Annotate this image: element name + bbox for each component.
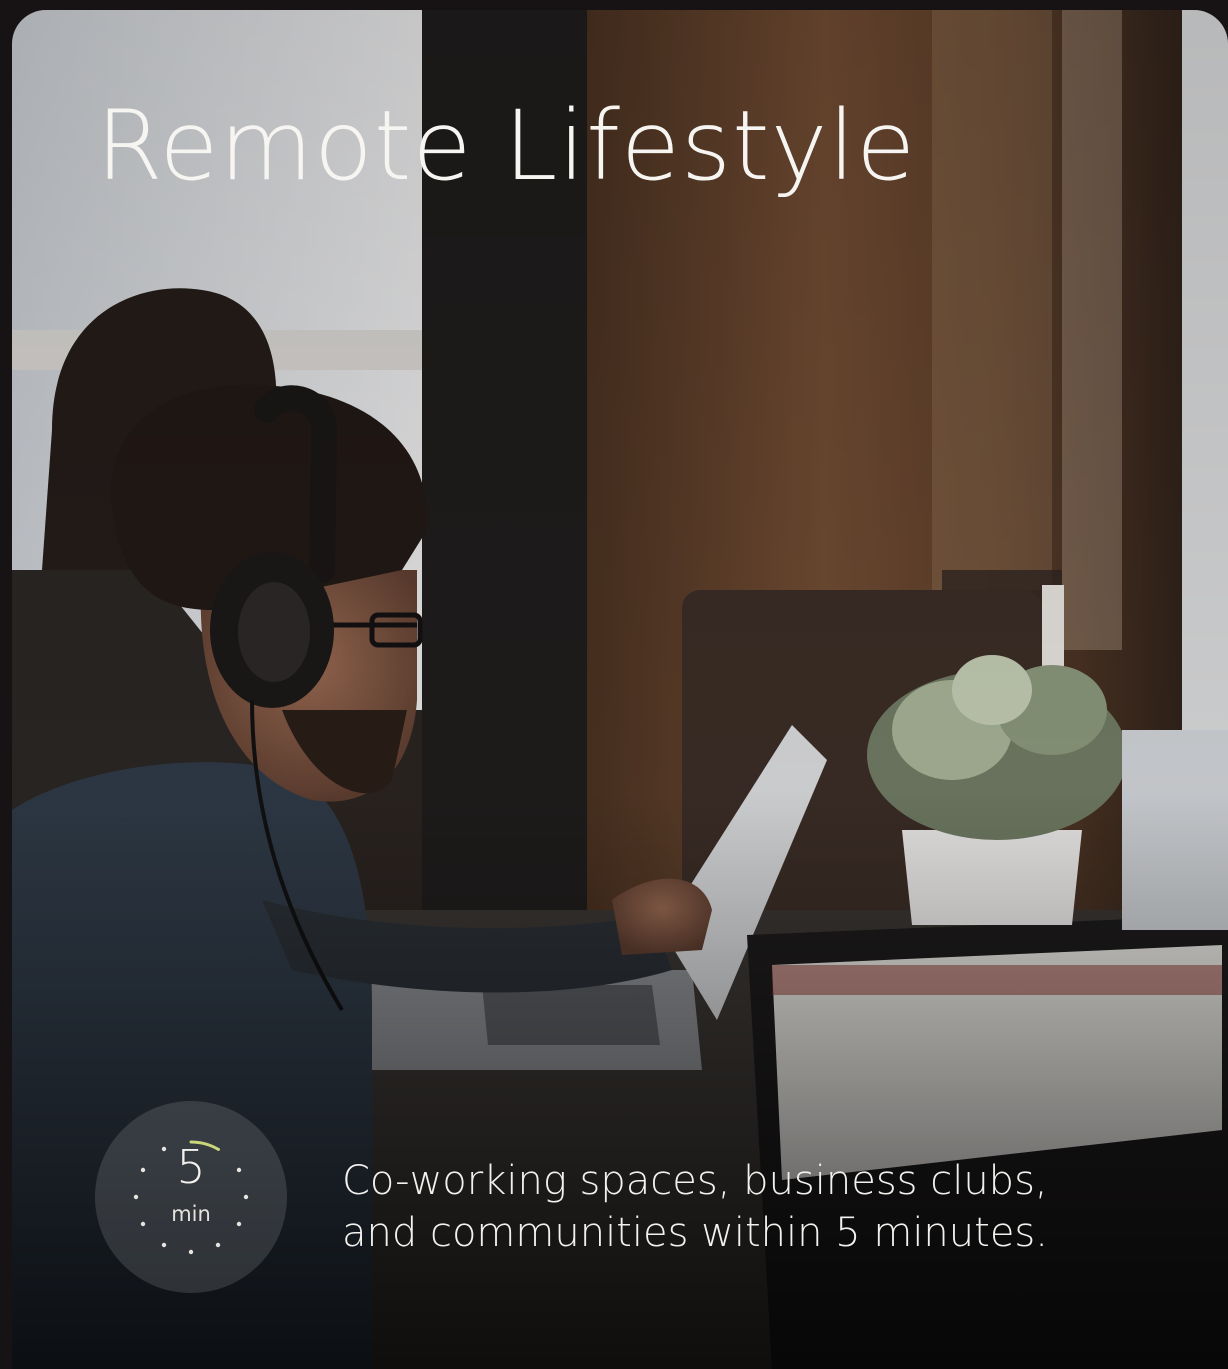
clock-dial-icon (95, 1101, 287, 1293)
card-description: Co-working spaces, business clubs, and c… (342, 1155, 1048, 1259)
duration-timer: 5 min (94, 1100, 288, 1294)
description-line-2: and communities within 5 minutes. (342, 1210, 1048, 1256)
timer-value: 5 (176, 1140, 206, 1194)
description-line-1: Co-working spaces, business clubs, (342, 1158, 1048, 1204)
card-title: Remote Lifestyle (96, 90, 917, 202)
remote-lifestyle-card[interactable]: Remote Lifestyle 5 min Co-working spaces… (12, 10, 1228, 1369)
timer-unit: min (171, 1202, 211, 1226)
